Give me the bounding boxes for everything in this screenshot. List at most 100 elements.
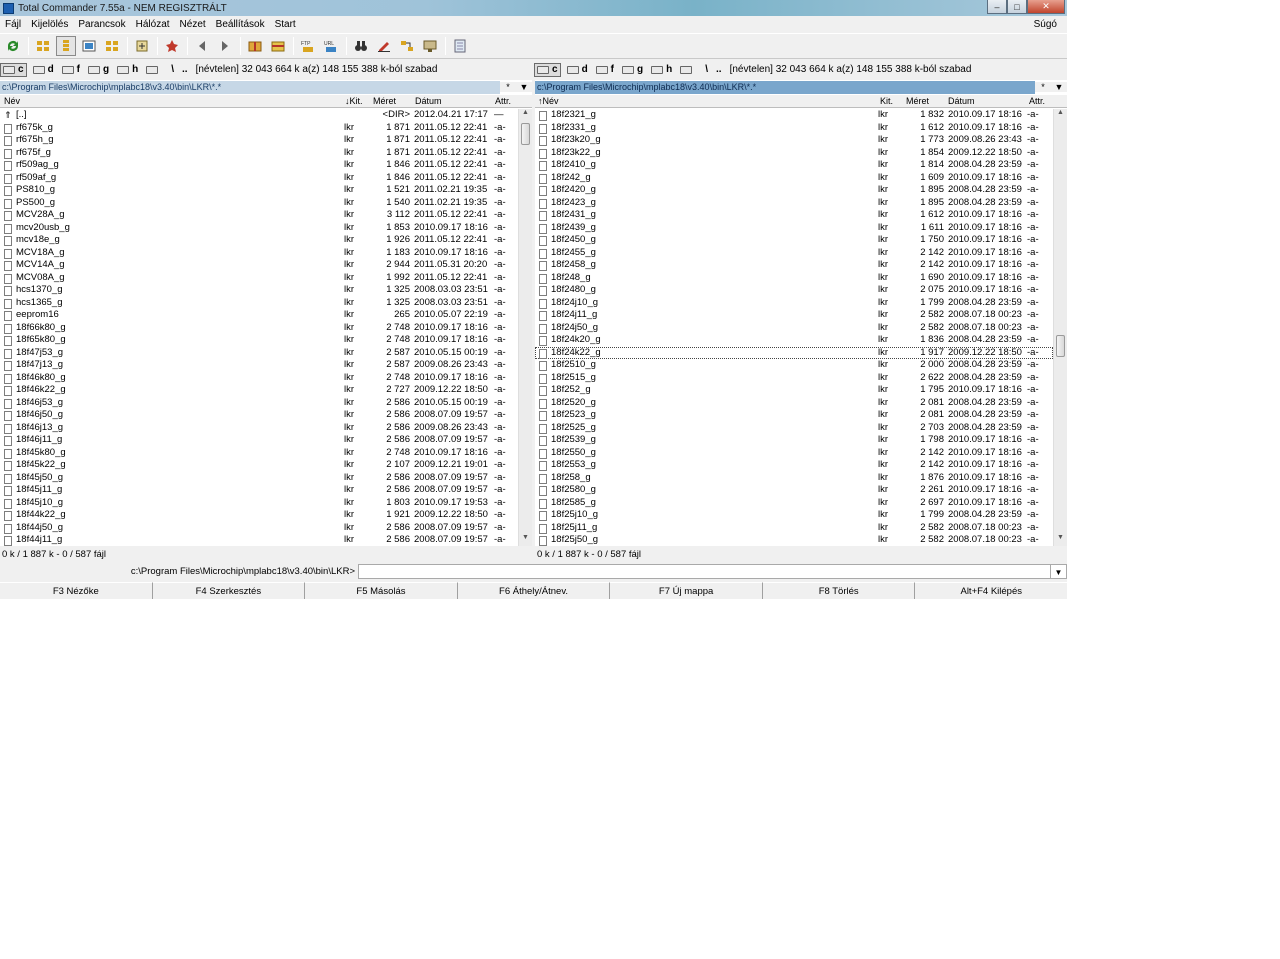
file-row[interactable]: 18f2550_g lkr 2 142 2010.09.17 18:16 -a- [535, 447, 1053, 460]
file-row[interactable]: 18f2580_g lkr 2 261 2010.09.17 18:16 -a- [535, 484, 1053, 497]
file-row[interactable]: PS810_g lkr 1 521 2011.02.21 19:35 -a- [0, 184, 518, 197]
right-drive-h[interactable]: h [649, 63, 674, 77]
file-row[interactable]: 18f66k80_g lkr 2 748 2010.09.17 18:16 -a- [0, 322, 518, 335]
scroll-up-icon[interactable]: ▲ [1054, 109, 1067, 121]
left-file-panel[interactable]: c:\Program Files\Microchip\mplabc18\v3.4… [0, 80, 532, 546]
f6-move-button[interactable]: F6 Áthely/Átnev. [457, 582, 611, 599]
right-root-button[interactable]: \ [705, 64, 708, 75]
file-row[interactable]: 18f25j11_g lkr 2 582 2008.07.18 00:23 -a- [535, 522, 1053, 535]
pack-button[interactable] [245, 36, 265, 56]
full-view-button[interactable] [56, 36, 76, 56]
file-row[interactable]: 18f2455_g lkr 2 142 2010.09.17 18:16 -a- [535, 247, 1053, 260]
right-scroll-thumb[interactable] [1056, 335, 1065, 357]
file-row[interactable]: 18f44k22_g lkr 1 921 2009.12.22 18:50 -a- [0, 509, 518, 522]
right-scrollbar[interactable]: ▲ ▼ [1053, 109, 1067, 546]
menu-help[interactable]: Súgó [1029, 19, 1062, 30]
f3-view-button[interactable]: F3 Nézőke [0, 582, 153, 599]
right-col-size[interactable]: Méret [906, 96, 929, 106]
network-button[interactable] [420, 36, 440, 56]
right-col-ext[interactable]: Kit. [880, 96, 893, 106]
left-hotlist-button[interactable]: * [500, 82, 516, 92]
find-files-button[interactable] [351, 36, 371, 56]
file-row[interactable]: 18f2450_g lkr 1 750 2010.09.17 18:16 -a- [535, 234, 1053, 247]
file-row[interactable]: hcs1370_g lkr 1 325 2008.03.03 23:51 -a- [0, 284, 518, 297]
unpack-button[interactable] [268, 36, 288, 56]
f4-edit-button[interactable]: F4 Szerkesztés [152, 582, 306, 599]
left-drive-d[interactable]: d [31, 63, 56, 77]
left-up-button[interactable]: .. [182, 64, 188, 75]
notepad-button[interactable] [450, 36, 470, 56]
alt-f4-exit-button[interactable]: Alt+F4 Kilépés [915, 582, 1067, 599]
file-row[interactable]: 18f252_g lkr 1 795 2010.09.17 18:16 -a- [535, 384, 1053, 397]
close-button[interactable]: ✕ [1027, 0, 1065, 14]
file-row[interactable]: 18f2423_g lkr 1 895 2008.04.28 23:59 -a- [535, 197, 1053, 210]
file-row[interactable]: 18f65k80_g lkr 2 748 2010.09.17 18:16 -a- [0, 334, 518, 347]
file-row[interactable]: mcv20usb_g lkr 1 853 2010.09.17 18:16 -a- [0, 222, 518, 235]
left-scrollbar[interactable]: ▲ ▼ [518, 109, 532, 546]
file-row[interactable]: 18f47j13_g lkr 2 587 2009.08.26 23:43 -a- [0, 359, 518, 372]
scroll-down-icon[interactable]: ▼ [519, 534, 532, 546]
file-row[interactable]: 18f2431_g lkr 1 612 2010.09.17 18:16 -a- [535, 209, 1053, 222]
file-row[interactable]: 18f46j50_g lkr 2 586 2008.07.09 19:57 -a- [0, 409, 518, 422]
file-row[interactable]: 18f24k20_g lkr 1 836 2008.04.28 23:59 -a- [535, 334, 1053, 347]
left-history-button[interactable]: ▼ [516, 82, 532, 92]
menu-view[interactable]: Nézet [175, 19, 211, 30]
left-root-button[interactable]: \ [171, 64, 174, 75]
file-row[interactable]: 18f2525_g lkr 2 703 2008.04.28 23:59 -a- [535, 422, 1053, 435]
sync-dirs-button[interactable] [397, 36, 417, 56]
left-col-name[interactable]: Név [4, 96, 20, 106]
file-row[interactable]: 18f248_g lkr 1 690 2010.09.17 18:16 -a- [535, 272, 1053, 285]
file-row[interactable]: 18f2480_g lkr 2 075 2010.09.17 18:16 -a- [535, 284, 1053, 297]
menu-commands[interactable]: Parancsok [73, 19, 130, 30]
right-drive-g[interactable]: g [620, 63, 645, 77]
file-row[interactable]: 18f242_g lkr 1 609 2010.09.17 18:16 -a- [535, 172, 1053, 185]
file-row[interactable]: PS500_g lkr 1 540 2011.02.21 19:35 -a- [0, 197, 518, 210]
menu-file[interactable]: Fájl [0, 19, 26, 30]
file-row[interactable]: 18f45j10_g lkr 1 803 2010.09.17 19:53 -a- [0, 497, 518, 510]
file-row[interactable]: eeprom16 lkr 265 2010.05.07 22:19 -a- [0, 309, 518, 322]
file-row[interactable]: 18f44j50_g lkr 2 586 2008.07.09 19:57 -a- [0, 522, 518, 535]
file-row[interactable]: rf675h_g lkr 1 871 2011.05.12 22:41 -a- [0, 134, 518, 147]
invert-selection-button[interactable] [132, 36, 152, 56]
file-row[interactable]: 18f24j50_g lkr 2 582 2008.07.18 00:23 -a- [535, 322, 1053, 335]
file-row[interactable]: 18f45k22_g lkr 2 107 2009.12.21 19:01 -a- [0, 459, 518, 472]
right-path[interactable]: c:\Program Files\Microchip\mplabc18\v3.4… [535, 80, 1035, 94]
file-row[interactable]: 18f258_g lkr 1 876 2010.09.17 18:16 -a- [535, 472, 1053, 485]
file-row[interactable]: rf675f_g lkr 1 871 2011.05.12 22:41 -a- [0, 147, 518, 160]
file-row[interactable]: 18f2520_g lkr 2 081 2008.04.28 23:59 -a- [535, 397, 1053, 410]
minimize-button[interactable]: – [987, 0, 1007, 14]
menu-start[interactable]: Start [270, 19, 301, 30]
file-row[interactable]: 18f44j11_g lkr 2 586 2008.07.09 19:57 -a- [0, 534, 518, 546]
menu-configuration[interactable]: Beállítások [211, 19, 270, 30]
file-row[interactable]: hcs1365_g lkr 1 325 2008.03.03 23:51 -a- [0, 297, 518, 310]
menu-network[interactable]: Hálózat [131, 19, 175, 30]
left-network-drive[interactable] [144, 63, 163, 77]
file-row[interactable]: 18f2420_g lkr 1 895 2008.04.28 23:59 -a- [535, 184, 1053, 197]
file-row[interactable]: 18f47j53_g lkr 2 587 2010.05.15 00:19 -a- [0, 347, 518, 360]
right-history-button[interactable]: ▼ [1051, 82, 1067, 92]
file-row[interactable]: 18f2523_g lkr 2 081 2008.04.28 23:59 -a- [535, 409, 1053, 422]
refresh-button[interactable] [3, 36, 23, 56]
right-network-drive[interactable] [678, 63, 697, 77]
back-button[interactable] [192, 36, 212, 56]
scroll-down-icon[interactable]: ▼ [1054, 534, 1067, 546]
left-col-attr[interactable]: Attr. [495, 96, 511, 106]
right-col-name[interactable]: ↑Név [538, 96, 559, 106]
left-drive-c[interactable]: c [0, 62, 27, 77]
left-drive-g[interactable]: g [86, 63, 111, 77]
file-row[interactable]: rf509ag_g lkr 1 846 2011.05.12 22:41 -a- [0, 159, 518, 172]
file-row[interactable]: 18f2321_g lkr 1 832 2010.09.17 18:16 -a- [535, 109, 1053, 122]
left-scroll-thumb[interactable] [521, 123, 530, 145]
menu-select[interactable]: Kijelölés [26, 19, 73, 30]
file-row[interactable]: 18f23k22_g lkr 1 854 2009.12.22 18:50 -a- [535, 147, 1053, 160]
file-row[interactable]: 18f24k22_g lkr 1 917 2009.12.22 18:50 -a- [535, 346, 1053, 359]
file-row[interactable]: 18f2515_g lkr 2 622 2008.04.28 23:59 -a- [535, 372, 1053, 385]
scroll-up-icon[interactable]: ▲ [519, 109, 532, 121]
right-drive-c[interactable]: c [534, 62, 561, 77]
thumbnail-view-button[interactable] [79, 36, 99, 56]
right-file-panel[interactable]: c:\Program Files\Microchip\mplabc18\v3.4… [535, 80, 1067, 546]
file-row[interactable]: 18f46j11_g lkr 2 586 2008.07.09 19:57 -a- [0, 434, 518, 447]
file-row[interactable]: 18f23k20_g lkr 1 773 2009.08.26 23:43 -a- [535, 134, 1053, 147]
file-row[interactable]: rf509af_g lkr 1 846 2011.05.12 22:41 -a- [0, 172, 518, 185]
file-row[interactable]: 18f45j11_g lkr 2 586 2008.07.09 19:57 -a- [0, 484, 518, 497]
